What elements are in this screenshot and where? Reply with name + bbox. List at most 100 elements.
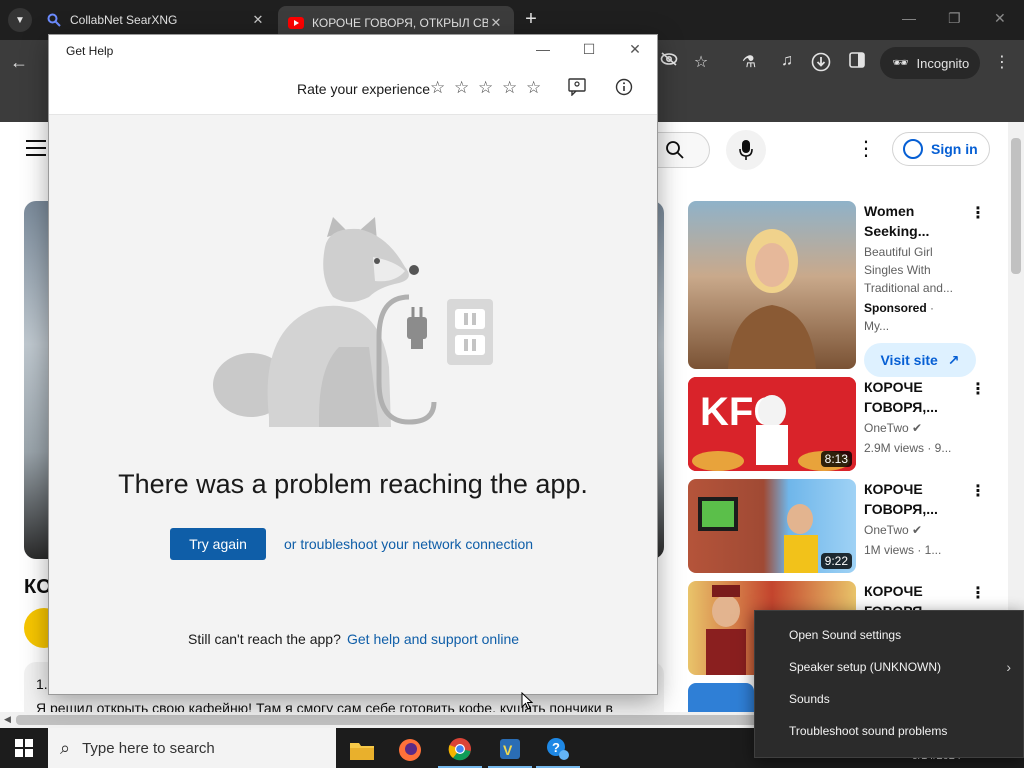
menu-item-label: Speaker setup (UNKNOWN) (789, 660, 942, 674)
incognito-label: Incognito (916, 55, 970, 71)
taskbar-search-box[interactable]: ⌕ Type here to search (48, 728, 336, 768)
start-button[interactable] (0, 728, 48, 768)
visit-site-label: Visit site (880, 352, 938, 368)
minimize-icon[interactable]: — (531, 41, 555, 57)
video-duration: 9:22 (820, 553, 852, 569)
get-help-online-link[interactable]: Get help and support online (347, 631, 519, 647)
close-window-icon[interactable]: ✕ (994, 10, 1006, 27)
scrollbar-thumb[interactable] (1011, 138, 1021, 274)
star-rating-5-icon[interactable]: ☆ (526, 78, 541, 98)
recommendation-ad[interactable]: Women Seeking... Beautiful Girl Singles … (688, 201, 988, 377)
window-titlebar[interactable]: Get Help — ☐ ✕ (49, 35, 657, 65)
recommendation-info: КОРОЧЕ ГОВОРЯ,... OneTwo ✔ 2.9M views · … (864, 377, 954, 457)
recommendation-title: Women Seeking... (864, 203, 930, 239)
app-icon[interactable]: V (488, 732, 532, 768)
rate-experience-label: Rate your experience (297, 81, 431, 97)
search-icon (665, 141, 684, 159)
search-icon: ⌕ (60, 737, 71, 758)
maximize-icon[interactable]: ☐ (577, 41, 601, 58)
more-options-icon[interactable]: ⋮ (970, 379, 986, 399)
feedback-icon[interactable] (566, 78, 588, 101)
chevron-down-icon: ▼ (15, 14, 25, 26)
troubleshoot-network-link[interactable]: or troubleshoot your network connection (284, 536, 533, 552)
recommendation-title: КОРОЧЕ ГОВОРЯ,... (864, 481, 938, 517)
channel-name[interactable]: OneTwo (864, 523, 909, 537)
recommendation-info: КОРОЧЕ ГОВОРЯ,... OneTwo ✔ 1M views · 1.… (864, 479, 954, 559)
firefox-icon[interactable] (388, 732, 432, 768)
chrome-icon[interactable] (438, 732, 482, 768)
more-options-icon[interactable]: ⋮ (970, 481, 986, 501)
get-help-window: Get Help — ☐ ✕ Rate your experience ☆ ☆ … (48, 34, 658, 695)
chevron-right-icon: › (1006, 659, 1011, 675)
scroll-left-icon[interactable]: ◀ (4, 714, 11, 725)
menu-item-troubleshoot-sound[interactable]: Troubleshoot sound problems (755, 715, 1023, 747)
description-line: Я решил открыть свою кафейню! Там я смог… (36, 700, 613, 712)
minimize-icon[interactable]: — (902, 10, 916, 26)
svg-text:?: ? (552, 740, 560, 755)
video-thumbnail[interactable]: 9:22 (688, 479, 856, 573)
visit-site-button[interactable]: Visit site ↗ (864, 343, 976, 377)
menu-item-sounds[interactable]: Sounds (755, 683, 1023, 715)
recommendation-video[interactable]: 9:22 КОРОЧЕ ГОВОРЯ,... OneTwo ✔ 1M views… (688, 479, 988, 575)
download-icon[interactable] (810, 52, 832, 77)
star-rating-4-icon[interactable]: ☆ (502, 78, 517, 98)
sound-context-menu: Open Sound settings Speaker setup (UNKNO… (754, 610, 1024, 758)
error-heading: There was a problem reaching the app. (118, 469, 588, 499)
sponsored-label: Sponsored (864, 301, 927, 315)
video-duration: 8:13 (820, 451, 852, 467)
labs-flask-icon[interactable]: ⚗ (738, 52, 760, 72)
still-cant-reach-label: Still can't reach the app? (188, 631, 341, 647)
try-again-button[interactable]: Try again (170, 528, 266, 560)
recommendation-video[interactable]: KFC 8:13 КОРОЧЕ ГОВОРЯ,... OneTwo ✔ 2.9M… (688, 377, 988, 473)
account-icon (903, 139, 923, 159)
channel-name[interactable]: OneTwo (864, 421, 909, 435)
star-rating-3-icon[interactable]: ☆ (478, 78, 493, 98)
close-icon[interactable]: ✕ (488, 15, 504, 31)
more-options-icon[interactable]: ⋮ (970, 203, 986, 223)
sign-in-button[interactable]: Sign in (892, 132, 990, 166)
sign-in-label: Sign in (931, 141, 978, 157)
window-title: Get Help (66, 44, 114, 58)
back-arrow-icon[interactable]: ← (10, 52, 28, 73)
tab-searxng[interactable]: CollabNet SearXNG ✕ (36, 6, 276, 34)
recommendation-info: Women Seeking... Beautiful Girl Singles … (864, 201, 976, 377)
external-link-icon: ↗ (947, 351, 960, 368)
star-rating-1-icon[interactable]: ☆ (430, 78, 445, 98)
incognito-badge[interactable]: 🕶 Incognito (880, 47, 980, 79)
info-icon[interactable] (613, 78, 635, 101)
media-queue-icon[interactable]: ♫ (776, 52, 798, 70)
ad-thumbnail[interactable] (688, 201, 856, 369)
video-thumbnail[interactable] (688, 683, 754, 712)
tab-search-button[interactable]: ▼ (8, 8, 32, 32)
close-icon[interactable]: ✕ (623, 41, 647, 58)
side-panel-icon[interactable] (846, 52, 868, 73)
eye-off-icon[interactable] (658, 52, 680, 71)
menu-item-label: Open Sound settings (789, 628, 902, 642)
search-favicon-icon (46, 12, 62, 28)
disconnected-dog-illustration (209, 217, 499, 437)
menu-item-open-sound-settings[interactable]: Open Sound settings (755, 619, 1023, 651)
search-placeholder: Type here to search (82, 739, 215, 757)
view-count: 1M views · 1... (864, 543, 942, 557)
menu-item-speaker-setup[interactable]: Speaker setup (UNKNOWN) › (755, 651, 1023, 683)
new-tab-button[interactable]: + (520, 8, 542, 30)
voice-search-button[interactable] (726, 130, 766, 170)
get-help-header: Rate your experience ☆ ☆ ☆ ☆ ☆ (49, 65, 657, 115)
recommendation-title: КОРОЧЕ ГОВОРЯ,... (864, 379, 938, 415)
menu-item-label: Sounds (789, 692, 830, 706)
star-rating-2-icon[interactable]: ☆ (454, 78, 469, 98)
video-thumbnail[interactable]: KFC 8:13 (688, 377, 856, 471)
menu-item-label: Troubleshoot sound problems (789, 724, 948, 738)
tab-title: CollabNet SearXNG (70, 13, 178, 27)
settings-more-icon[interactable]: ⋮ (856, 136, 876, 161)
svg-text:V: V (503, 742, 513, 758)
star-bookmark-icon[interactable]: ☆ (690, 52, 712, 72)
file-explorer-icon[interactable] (340, 732, 384, 768)
more-options-icon[interactable]: ⋮ (970, 583, 986, 603)
get-help-app-icon[interactable]: ? (536, 732, 580, 768)
browser-menu-icon[interactable]: ⋮ (994, 52, 1010, 72)
restore-icon[interactable]: ❐ (948, 10, 961, 27)
hamburger-menu-icon[interactable] (26, 140, 46, 161)
close-icon[interactable]: ✕ (250, 12, 266, 28)
microphone-icon (739, 140, 753, 160)
